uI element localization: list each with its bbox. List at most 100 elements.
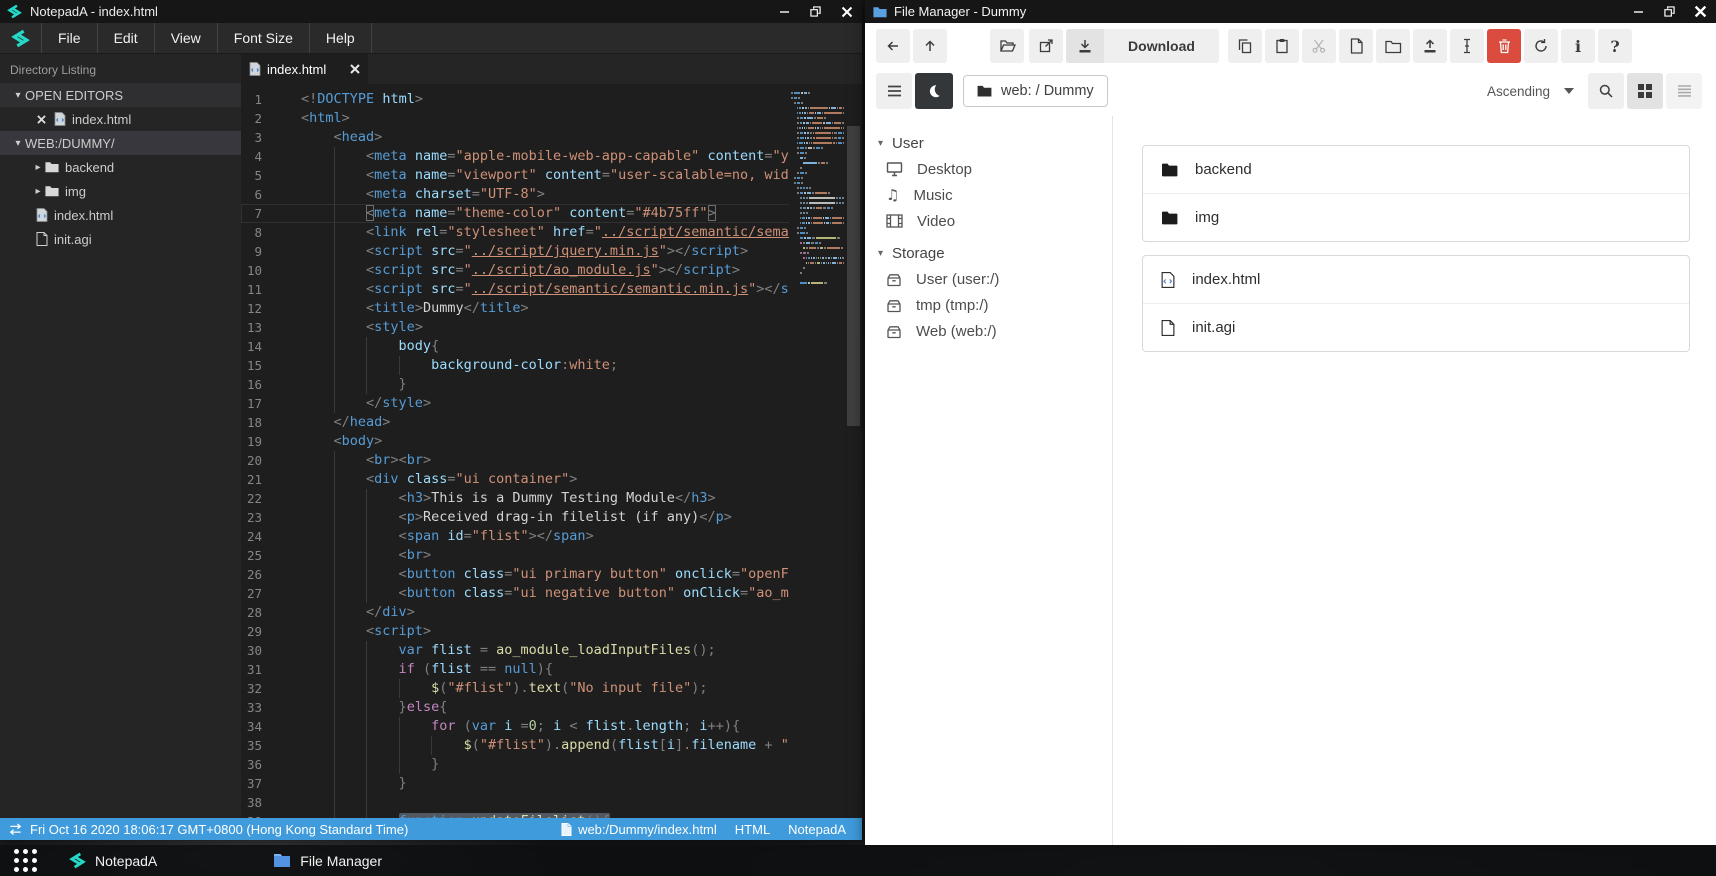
open-button[interactable] [990, 29, 1024, 63]
restore-button[interactable] [800, 0, 831, 23]
tree-item-index-html[interactable]: index.html [0, 203, 241, 227]
download-label: Download [1128, 38, 1195, 54]
sidebar-item-video[interactable]: Video [865, 208, 1112, 234]
file-manager-window: File Manager - Dummy Download i ? web: /… [865, 0, 1716, 845]
close-button[interactable] [831, 0, 862, 23]
file-manager-toolbar: Download i ? [865, 23, 1716, 69]
rename-button[interactable] [1450, 29, 1484, 63]
sidebar-item-desktop[interactable]: Desktop [865, 156, 1112, 182]
delete-button[interactable] [1487, 29, 1521, 63]
breadcrumb[interactable]: web: / Dummy [963, 75, 1108, 107]
file-row-backend[interactable]: backend [1143, 146, 1689, 194]
open-external-button[interactable] [1029, 29, 1063, 63]
info-icon: i [1574, 36, 1582, 56]
workspace-section[interactable]: ▾ WEB:/DUMMY/ [0, 131, 241, 155]
upload-button[interactable] [1413, 29, 1447, 63]
list-view-button[interactable] [1666, 73, 1702, 109]
help-button[interactable]: ? [1598, 29, 1632, 63]
tree-item-label: backend [65, 159, 115, 175]
restore-button[interactable] [1654, 0, 1685, 23]
code-lines: 1 <!DOCTYPE html> 2 <html> 3 <head> 4 <meta n… [241, 84, 862, 818]
sync-arrows-icon[interactable] [8, 822, 23, 836]
code-editor[interactable]: 1 <!DOCTYPE html> 2 <html> 3 <head> 4 <meta n… [241, 84, 862, 818]
menu-help[interactable]: Help [310, 23, 372, 53]
menu-toggle-button[interactable] [876, 73, 912, 109]
notepada-window: NotepadA - index.html File Edit View Fon… [0, 0, 862, 840]
code-line: 21 <div class="ui container"> [246, 471, 578, 487]
sidebar-item-user-drive[interactable]: User (user:/) [865, 266, 1112, 292]
notepada-menubar: File Edit View Font Size Help [0, 23, 862, 54]
minimize-button[interactable] [1623, 0, 1654, 23]
file-name: index.html [1192, 271, 1261, 288]
tree-item-init-agi[interactable]: init.agi [0, 227, 241, 251]
refresh-button[interactable] [1524, 29, 1558, 63]
up-button[interactable] [913, 29, 947, 63]
app-launcher-button[interactable] [14, 849, 37, 872]
open-editor-item[interactable]: index.html [0, 107, 241, 131]
info-button[interactable]: i [1561, 29, 1595, 63]
tree-item-img[interactable]: ▸ img [0, 179, 241, 203]
minimap[interactable] [789, 84, 845, 818]
copy-button[interactable] [1228, 29, 1262, 63]
sidebar-section-user[interactable]: ▾ User [865, 130, 1112, 156]
file-manager-titlebar[interactable]: File Manager - Dummy [865, 0, 1716, 23]
tab-close-icon[interactable] [350, 64, 360, 74]
paste-button[interactable] [1265, 29, 1299, 63]
file-row-init-agi[interactable]: init.agi [1143, 304, 1689, 351]
taskbar-item-file-manager[interactable]: File Manager [263, 845, 392, 876]
file-row-index-html[interactable]: index.html [1143, 256, 1689, 304]
tab-index-html[interactable]: index.html [241, 54, 368, 84]
code-line: 7 <meta name="theme-color" content="#4b7… [241, 204, 862, 223]
open-editors-label: OPEN EDITORS [25, 87, 124, 103]
file-icon [36, 232, 48, 246]
tree-item-label: img [65, 183, 86, 199]
search-button[interactable] [1588, 73, 1624, 109]
back-button[interactable] [876, 29, 910, 63]
taskbar-item-notepada[interactable]: NotepadA [59, 845, 167, 876]
html-file-icon [54, 112, 66, 126]
code-line: 34 for (var i =0; i < flist.length; i++)… [246, 718, 741, 734]
tree-item-backend[interactable]: ▸ backend [0, 155, 241, 179]
new-folder-button[interactable] [1376, 29, 1410, 63]
sidebar-item-music[interactable]: ♫ Music [865, 182, 1112, 208]
new-file-button[interactable] [1339, 29, 1373, 63]
download-button[interactable]: Download [1066, 29, 1219, 63]
file-manager-window-title: File Manager - Dummy [894, 4, 1027, 19]
sidebar-item-tmp-drive[interactable]: tmp (tmp:/) [865, 292, 1112, 318]
scrollbar-thumb[interactable] [847, 126, 860, 426]
code-line: 9 <script src="../script/jquery.min.js">… [254, 243, 749, 259]
open-editors-section[interactable]: ▾ OPEN EDITORS [0, 83, 241, 107]
breadcrumb-path: web: / Dummy [1001, 83, 1094, 99]
close-file-icon[interactable] [37, 114, 46, 124]
close-button[interactable] [1685, 0, 1716, 23]
sort-order-select[interactable]: Ascending [1473, 84, 1588, 99]
sidebar-item-web-drive[interactable]: Web (web:/) [865, 318, 1112, 344]
notepada-logo-icon [69, 852, 86, 869]
minimize-button[interactable] [769, 0, 800, 23]
dark-mode-button[interactable] [915, 73, 953, 109]
code-line: 30 var flist = ao_module_loadInputFiles(… [246, 642, 716, 658]
menu-edit[interactable]: Edit [98, 23, 155, 53]
menu-file[interactable]: File [42, 23, 98, 53]
section-title: Storage [892, 244, 945, 262]
notepada-titlebar[interactable]: NotepadA - index.html [0, 0, 862, 23]
chevron-down-icon [1564, 88, 1574, 94]
menu-font-size[interactable]: Font Size [218, 23, 310, 53]
editor-scrollbar[interactable] [845, 84, 862, 818]
sidebar-section-storage[interactable]: ▾ Storage [865, 240, 1112, 266]
file-row-img[interactable]: img [1143, 194, 1689, 241]
notepada-menu-logo-icon [0, 23, 42, 53]
html-file-icon [36, 208, 48, 222]
tree-item-label: init.agi [54, 231, 92, 247]
file-manager-secondary-toolbar: web: / Dummy Ascending [865, 69, 1716, 185]
code-line: 5 <meta name="viewport" content="user-sc… [254, 167, 862, 183]
menu-view[interactable]: View [155, 23, 218, 53]
grid-view-button[interactable] [1627, 73, 1663, 109]
code-line: 18 </head> [246, 414, 391, 430]
statusbar-filepath[interactable]: web:/Dummy/index.html [578, 822, 717, 837]
statusbar-language[interactable]: HTML [735, 822, 770, 837]
code-line: 27 <button class="ui negative button" on… [246, 585, 862, 601]
directory-sidebar: Directory Listing ▾ OPEN EDITORS index.h… [0, 54, 241, 818]
code-line: 24 <span id="flist"></span> [246, 528, 594, 544]
chevron-right-icon: ▸ [35, 185, 41, 197]
